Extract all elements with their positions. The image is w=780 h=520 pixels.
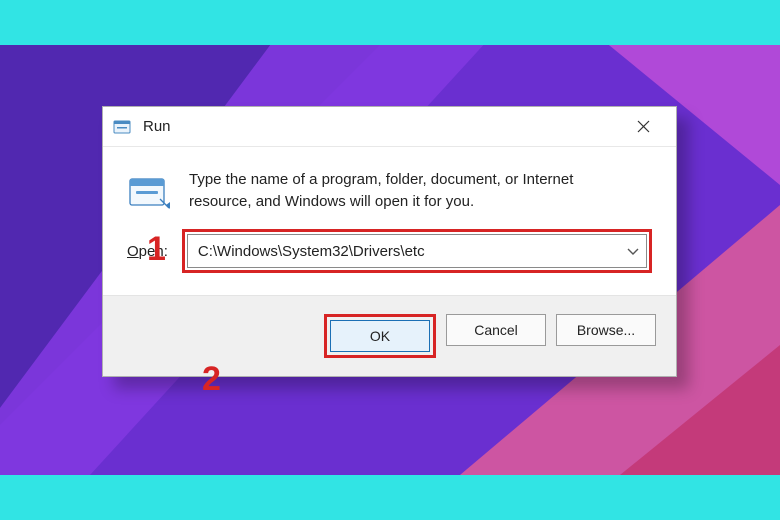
run-dialog: Run Type the name of a program, folder, …: [102, 106, 677, 377]
open-input[interactable]: [187, 234, 647, 268]
button-row: OK Cancel Browse...: [103, 295, 676, 376]
annotation-highlight-ok: OK: [324, 314, 436, 358]
dialog-description: Type the name of a program, folder, docu…: [189, 169, 609, 213]
browse-button[interactable]: Browse...: [556, 314, 656, 346]
open-combobox[interactable]: [182, 229, 652, 273]
run-title-icon: [113, 118, 133, 136]
run-program-icon: [127, 173, 171, 213]
annotation-number-1: 1: [147, 230, 166, 269]
dialog-title: Run: [143, 118, 620, 135]
annotation-number-2: 2: [202, 360, 221, 399]
ok-button[interactable]: OK: [330, 320, 430, 352]
close-icon: [637, 120, 650, 133]
cancel-button[interactable]: Cancel: [446, 314, 546, 346]
close-button[interactable]: [620, 111, 666, 143]
dialog-content: Type the name of a program, folder, docu…: [103, 147, 676, 229]
open-row: Open:: [103, 229, 676, 295]
titlebar: Run: [103, 107, 676, 147]
